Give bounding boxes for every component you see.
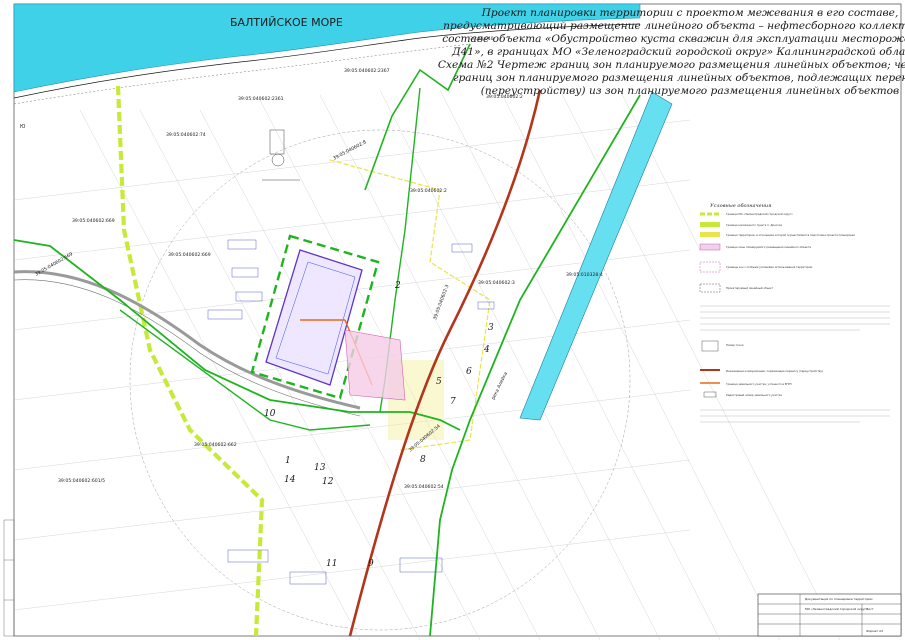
parcel-label: 39:05:040602:54 xyxy=(404,484,444,490)
parcel-label: 39:05:040602:2 xyxy=(410,188,447,194)
legend-item-label: Граница населенного пункта п. Донское xyxy=(726,223,782,227)
line-number: 2 xyxy=(394,281,401,291)
compass-label: Ю xyxy=(20,124,26,130)
legend-item-label: Инженерные коммуникации, подлежащие пере… xyxy=(726,369,823,373)
parcel-label: 39:05:040602:74 xyxy=(166,132,206,138)
line-number: 4 xyxy=(483,345,490,355)
legend-title: Условные обозначения xyxy=(710,202,771,209)
legend-item-label: Граница земельного участка, учтенного в … xyxy=(726,382,792,386)
legend-item-label: Границы зон с особыми условиями использо… xyxy=(726,265,813,269)
line-number: 9 xyxy=(368,559,374,569)
stamp-subtitle: МО «Зеленоградский городской округ» xyxy=(805,607,868,611)
legend-item-label: Граница зоны планируемого размещения лин… xyxy=(726,245,811,249)
legend-item-label: Кадастровый номер земельного участка xyxy=(726,393,782,397)
line-number: 6 xyxy=(466,367,472,377)
line-number: 13 xyxy=(314,463,326,473)
legend-item-label: Номер точки xyxy=(726,343,744,347)
parcel-label: 39:05:040602:669 xyxy=(72,218,115,224)
title-line: Схема №2 Чертеж границ зон планируемого … xyxy=(438,59,905,71)
parcel-label: 39:05:040602:2367 xyxy=(344,68,390,74)
title-line: границ зон планируемого размещения линей… xyxy=(453,72,905,84)
line-number: 14 xyxy=(284,475,296,485)
title-line: Д41», в границах МО «Зеленоградский горо… xyxy=(451,46,905,58)
title-line: Проект планировки территории с проектом … xyxy=(481,7,899,19)
title-stamp: Документация по планировке территории МО… xyxy=(757,593,902,637)
title-line: составе объекта «Обустройство куста сква… xyxy=(442,33,905,45)
line-number: 3 xyxy=(488,323,494,333)
parcel-label: 39:05:040602:662 xyxy=(194,442,237,448)
title-line: предусматривающий размещение линейного о… xyxy=(443,20,905,32)
parcel-label: 39:05:040602:669 xyxy=(168,252,211,258)
parcel-label: 39:05:010328:4 xyxy=(566,272,603,278)
title-line: (переустройству) из зон планируемого раз… xyxy=(481,85,899,97)
stamp-format: Формат А3 xyxy=(866,629,883,633)
line-number: 11 xyxy=(326,559,337,569)
sea-label: БАЛТИЙСКОЕ МОРЕ xyxy=(230,16,343,29)
hatched-zone xyxy=(344,329,406,401)
parcel-label: 39:05:040602:2361 xyxy=(238,96,284,102)
line-number: 1 xyxy=(285,456,291,466)
stamp-sheet-label: Лист xyxy=(866,607,874,611)
stamp-title: Документация по планировке территории xyxy=(805,597,872,601)
legend-item-label: Проектируемый линейный объект xyxy=(726,286,774,290)
line-number: 8 xyxy=(420,455,426,465)
line-number: 12 xyxy=(322,477,334,487)
map-title: Проект планировки территории с проектом … xyxy=(438,7,905,97)
line-number: 5 xyxy=(436,377,442,387)
parcel-label: 39:05:040602:601/5 xyxy=(58,478,105,484)
legend-item-label: Граница территории, в отношении которой … xyxy=(726,233,855,237)
map-sheet: БАЛТИЙСКОЕ МОРЕ река Алейка 39:05:040 39… xyxy=(0,0,905,640)
parcel-label: 39:05:040602:3 xyxy=(478,280,515,286)
line-number: 10 xyxy=(264,409,276,419)
line-number: 7 xyxy=(450,397,456,407)
legend-item-label: Граница МО «Зеленоградский городской окр… xyxy=(726,212,793,216)
